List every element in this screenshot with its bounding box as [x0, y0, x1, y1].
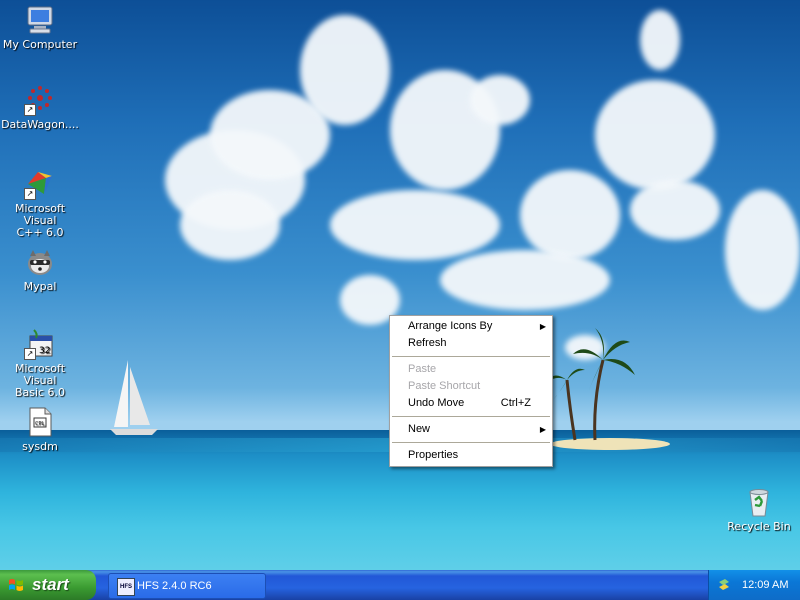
submenu-arrow-icon: ▶	[539, 322, 546, 331]
wallpaper-cloud	[520, 170, 620, 260]
wallpaper-cloud	[595, 80, 715, 190]
start-label: start	[32, 575, 69, 594]
menu-item-refresh[interactable]: Refresh	[390, 335, 552, 352]
wallpaper-cloud	[330, 190, 500, 260]
visual-basic-icon: 32 ↗	[24, 328, 56, 360]
menu-item-label: Paste	[408, 363, 437, 375]
desktop-icon-label: C++ 6.0	[16, 226, 64, 239]
wallpaper-cloud	[630, 180, 720, 240]
menu-item-shortcut: Ctrl+Z	[500, 397, 531, 409]
shortcut-arrow-icon: ↗	[24, 348, 36, 360]
submenu-arrow-icon: ▶	[539, 425, 546, 434]
mypal-icon	[24, 246, 56, 278]
menu-item-label: New	[408, 423, 431, 435]
svg-text:CPL: CPL	[35, 421, 45, 427]
desktop-icon-label: DataWagon....	[1, 118, 79, 131]
desktop-icon-my-computer[interactable]: My Computer	[0, 4, 80, 51]
menu-separator	[392, 442, 550, 443]
sailboat-icon	[110, 360, 158, 435]
menu-item-arrange-icons-by[interactable]: Arrange Icons By ▶	[390, 318, 552, 335]
desktop-icon-label: Basic 6.0	[14, 386, 66, 399]
windows-flag-icon	[9, 579, 23, 591]
wallpaper-cloud	[470, 75, 530, 125]
palm-trees-icon	[547, 328, 635, 441]
wallpaper-cloud	[180, 190, 280, 260]
menu-item-label: Properties	[408, 449, 459, 461]
desktop-icon-sysdm[interactable]: CPL sysdm	[0, 406, 80, 453]
desktop-icon-label: Mypal	[23, 280, 57, 293]
desktop-context-menu: Arrange Icons By ▶ Refresh Paste Paste S…	[389, 315, 553, 467]
my-computer-icon	[24, 4, 56, 36]
start-button[interactable]: start	[0, 570, 96, 600]
taskbar-button-hfs[interactable]: HFS HFS 2.4.0 RC6	[108, 573, 266, 599]
taskbar-button-label: HFS 2.4.0 RC6	[137, 580, 212, 592]
svg-text:32: 32	[39, 346, 50, 356]
menu-item-paste: Paste	[390, 361, 552, 378]
menu-item-properties[interactable]: Properties	[390, 447, 552, 464]
shortcut-arrow-icon: ↗	[24, 104, 36, 116]
menu-item-label: Arrange Icons By	[408, 320, 493, 332]
menu-item-paste-shortcut: Paste Shortcut	[390, 378, 552, 395]
desktop-icon-label: Microsoft Visual	[14, 362, 66, 387]
menu-separator	[392, 356, 550, 357]
menu-item-label: Refresh	[408, 337, 447, 349]
desktop-icon-label: sysdm	[22, 440, 58, 453]
menu-item-undo-move[interactable]: Undo Move Ctrl+Z	[390, 395, 552, 412]
visual-cpp-icon: ↗	[24, 168, 56, 200]
wallpaper-cloud	[300, 15, 390, 125]
sysdm-file-icon: CPL	[24, 406, 56, 438]
desktop-icon-visual-basic[interactable]: 32 ↗ Microsoft Visual Basic 6.0	[0, 328, 80, 399]
desktop-icon-mypal[interactable]: Mypal	[0, 246, 80, 293]
wallpaper-cloud	[440, 250, 610, 310]
taskbar: start HFS HFS 2.4.0 RC6 12:09 AM	[0, 570, 800, 600]
menu-item-label: Paste Shortcut	[408, 380, 481, 392]
desktop-icon-visual-cpp[interactable]: ↗ Microsoft Visual C++ 6.0	[0, 168, 80, 239]
wallpaper-cloud	[725, 190, 800, 310]
desktop-icon-label: My Computer	[2, 38, 78, 51]
tray-network-icon[interactable]	[717, 578, 731, 592]
desktop-icon-datawagon[interactable]: ↗ DataWagon....	[0, 84, 80, 131]
datawagon-icon: ↗	[24, 84, 56, 116]
desktop-icon-recycle-bin[interactable]: Recycle Bin	[719, 486, 799, 533]
desktop-wallpaper[interactable]	[0, 0, 800, 570]
shortcut-arrow-icon: ↗	[24, 188, 36, 200]
wallpaper-cloud	[640, 10, 680, 70]
system-tray: 12:09 AM	[708, 570, 800, 600]
desktop-icon-label: Recycle Bin	[727, 520, 791, 533]
taskbar-clock[interactable]: 12:09 AM	[742, 570, 788, 600]
desktop-icon-label: Microsoft Visual	[14, 202, 66, 227]
menu-item-new[interactable]: New ▶	[390, 421, 552, 438]
menu-separator	[392, 416, 550, 417]
recycle-bin-icon	[743, 486, 775, 518]
menu-item-label: Undo Move	[408, 397, 465, 409]
hfs-app-icon: HFS	[117, 578, 135, 596]
